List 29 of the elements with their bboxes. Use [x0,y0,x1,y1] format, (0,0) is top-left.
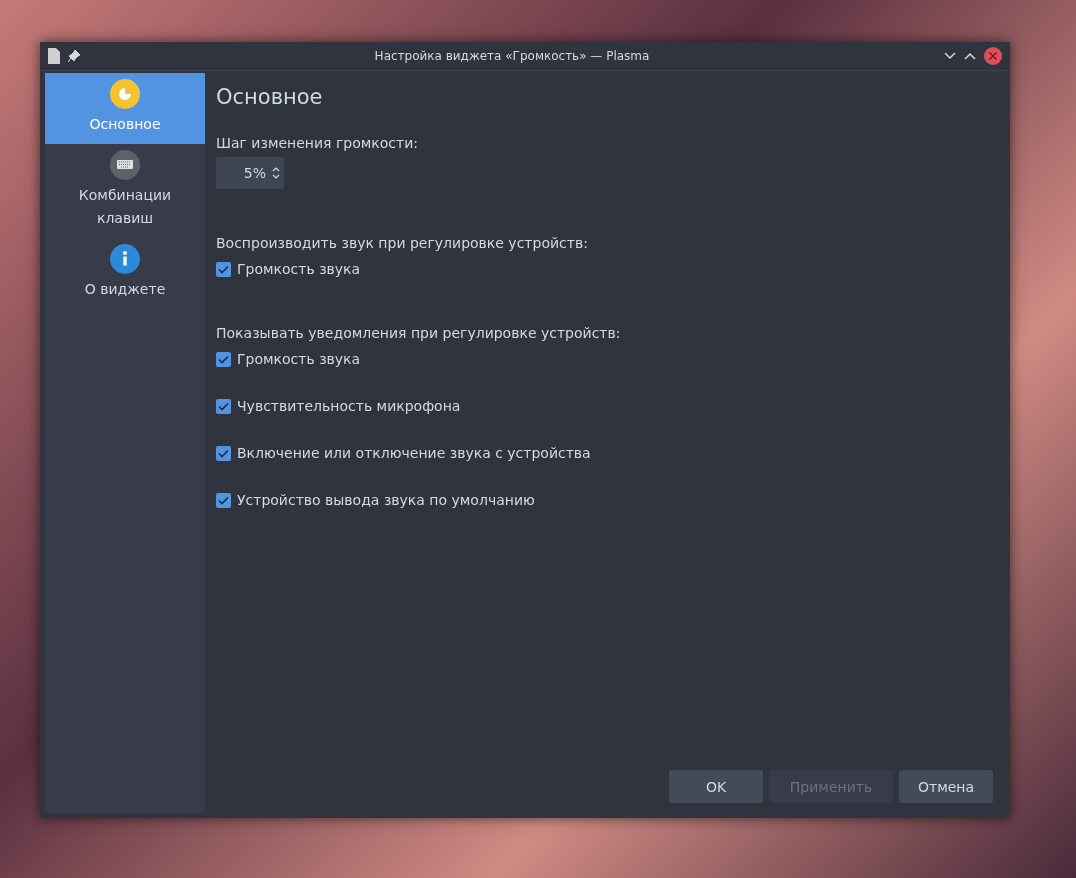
spin-box[interactable]: 5% [216,157,284,189]
window-title: Настройка виджета «Громкость» — Plasma [373,49,651,63]
close-icon[interactable] [984,47,1002,65]
checkbox[interactable] [216,351,231,367]
info-icon [110,244,140,274]
maximize-icon[interactable] [964,52,976,60]
sidebar-item[interactable]: Комбинации клавиш [45,144,205,238]
checkbox-label: Громкость звука [237,261,361,277]
pie-chart-icon [110,79,140,109]
checkbox-label: Включение или отключение звука с устройства [237,445,591,461]
checkbox[interactable] [216,261,231,277]
page-heading: Основное [216,85,324,109]
checkbox-label: Устройство вывода звука по умолчанию [237,492,535,508]
spinner-arrows-icon[interactable] [272,165,280,181]
checkbox[interactable] [216,398,231,414]
group-label: Показывать уведомления при регулировке устройств: [216,325,622,341]
keyboard-icon [110,150,140,180]
pin-icon[interactable] [68,50,80,62]
dialog-button[interactable]: Отмена [899,770,993,803]
checkbox[interactable] [216,445,231,461]
group-label: Воспроизводить звук при регулировке устройств: [216,235,589,251]
dialog-button[interactable]: OK [669,770,763,803]
field-label: Шаг изменения громкости: [216,135,420,151]
checkbox-label: Чувствительность микрофона [237,398,461,414]
minimize-icon[interactable] [944,52,956,60]
checkbox[interactable] [216,492,231,508]
file-icon [48,48,60,64]
sidebar-item[interactable]: О виджете [45,238,205,309]
checkbox-label: Громкость звука [237,351,361,367]
